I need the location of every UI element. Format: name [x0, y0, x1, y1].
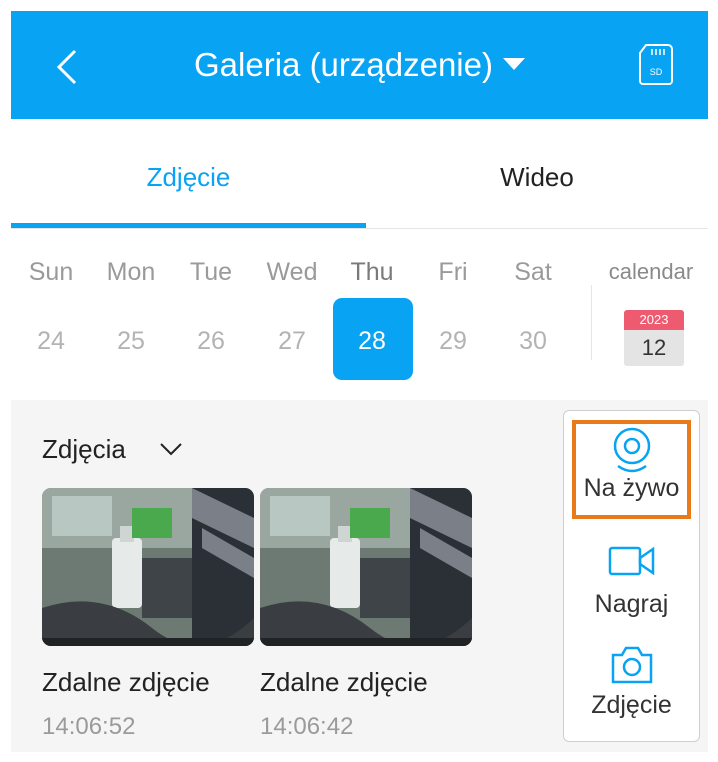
tab-videos[interactable]: Wideo [366, 119, 708, 229]
sd-card-button[interactable]: SD [638, 43, 674, 85]
divider [591, 285, 592, 360]
photo-title: Zdalne zdjęcie [42, 667, 210, 697]
calendar-year: 2023 [624, 310, 684, 330]
day-name: Thu [350, 258, 394, 286]
caret-down-icon [502, 58, 525, 71]
record-label: Nagraj [594, 590, 669, 618]
tab-photos[interactable]: Zdjęcie [11, 119, 366, 229]
photo-time: 14:06:52 [42, 713, 136, 740]
divider [11, 228, 708, 229]
section-title[interactable]: Zdjęcia [42, 434, 126, 465]
sd-label: SD [650, 67, 663, 77]
photo-thumbnail[interactable] [42, 488, 254, 646]
photo-time: 14:06:42 [260, 713, 354, 740]
calendar-day: 12 [624, 330, 684, 366]
day-name: Tue [189, 258, 233, 286]
day-name: Wed [266, 258, 318, 286]
day-number: 28 [358, 327, 386, 355]
photo-title: Zdalne zdjęcie [260, 667, 428, 697]
app-header: Galeria (urządzenie) SD [11, 11, 708, 119]
page-title: Galeria (urządzenie) [194, 46, 493, 83]
live-view-button[interactable]: Na żywo [563, 426, 700, 503]
calendar-icon[interactable]: 2023 12 [624, 310, 684, 366]
day-name: Mon [106, 258, 156, 286]
week-selector: Sun 24 Mon 25 Tue 26 Wed 27 Thu 28 Fri 2… [11, 230, 708, 400]
day-name: Fri [438, 258, 468, 286]
day-number: 30 [519, 327, 547, 355]
take-photo-button[interactable]: Zdjęcie [563, 645, 700, 720]
day-number: 26 [197, 327, 225, 355]
camera-icon [611, 646, 652, 684]
photo-thumbnail[interactable] [260, 488, 472, 646]
day-name: Sun [28, 258, 74, 286]
day-number: 25 [117, 327, 145, 355]
day-number: 24 [37, 327, 65, 355]
photo-label: Zdjęcie [591, 691, 672, 719]
webcam-icon [613, 427, 650, 473]
sd-card-icon: SD [639, 44, 673, 85]
chevron-down-icon[interactable] [158, 440, 184, 458]
gallery-source-dropdown[interactable]: Galeria (urządzenie) [11, 45, 708, 85]
video-camera-icon [608, 546, 654, 576]
live-label: Na żywo [583, 474, 680, 502]
record-button[interactable]: Nagraj [563, 544, 700, 619]
calendar-label: calendar [608, 259, 694, 284]
day-name: Sat [514, 258, 552, 286]
day-number: 27 [278, 327, 306, 355]
media-tabs: Zdjęcie Wideo [11, 119, 708, 229]
day-number: 29 [439, 327, 467, 355]
